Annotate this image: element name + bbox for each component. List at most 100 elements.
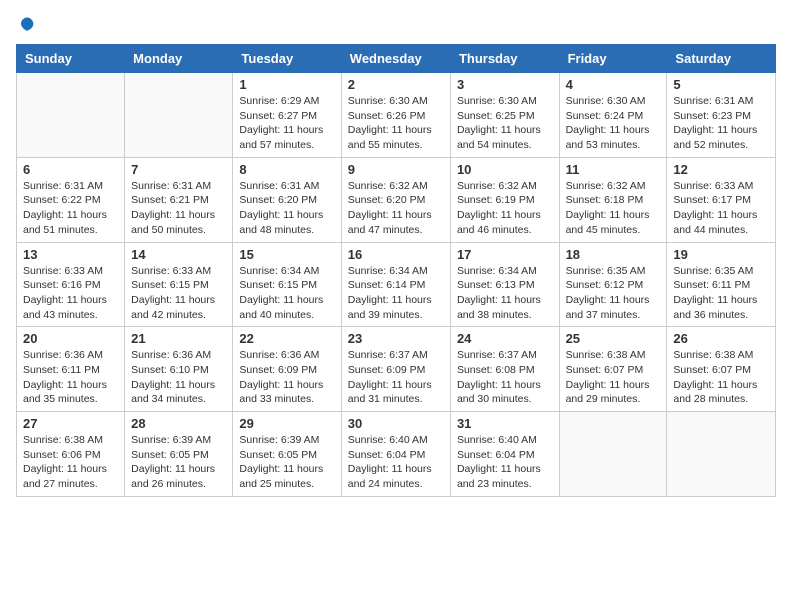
calendar-cell: 11Sunrise: 6:32 AM Sunset: 6:18 PM Dayli… — [559, 157, 667, 242]
day-info: Sunrise: 6:36 AM Sunset: 6:09 PM Dayligh… — [239, 348, 334, 407]
day-info: Sunrise: 6:31 AM Sunset: 6:21 PM Dayligh… — [131, 179, 226, 238]
day-info: Sunrise: 6:34 AM Sunset: 6:14 PM Dayligh… — [348, 264, 444, 323]
day-info: Sunrise: 6:31 AM Sunset: 6:23 PM Dayligh… — [673, 94, 769, 153]
day-number: 14 — [131, 247, 226, 262]
day-info: Sunrise: 6:40 AM Sunset: 6:04 PM Dayligh… — [457, 433, 553, 492]
calendar-cell: 26 Sunrise: 6:38 AM Sunset: 6:07 PM Dayli… — [667, 327, 776, 412]
day-number: 6 — [23, 162, 118, 177]
day-number: 21 — [131, 331, 226, 346]
calendar-cell — [559, 412, 667, 497]
calendar-cell: 6 Sunrise: 6:31 AM Sunset: 6:22 PM Daylig… — [17, 157, 125, 242]
calendar-cell: 30Sunrise: 6:40 AM Sunset: 6:04 PM Dayli… — [341, 412, 450, 497]
calendar-cell: 15 Sunrise: 6:34 AM Sunset: 6:15 PM Dayli… — [233, 242, 341, 327]
calendar-cell — [125, 73, 233, 158]
calendar-cell: 1 Sunrise: 6:29 AM Sunset: 6:27 PM Daylig… — [233, 73, 341, 158]
calendar-cell: 27Sunrise: 6:38 AM Sunset: 6:06 PM Dayli… — [17, 412, 125, 497]
weekday-header-wednesday: Wednesday — [341, 45, 450, 73]
day-info: Sunrise: 6:38 AM Sunset: 6:07 PM Dayligh… — [673, 348, 769, 407]
calendar-week-2: 6 Sunrise: 6:31 AM Sunset: 6:22 PM Daylig… — [17, 157, 776, 242]
day-number: 8 — [239, 162, 334, 177]
day-number: 29 — [239, 416, 334, 431]
day-info: Sunrise: 6:36 AM Sunset: 6:11 PM Dayligh… — [23, 348, 118, 407]
calendar-cell: 16 Sunrise: 6:34 AM Sunset: 6:14 PM Dayli… — [341, 242, 450, 327]
day-number: 4 — [566, 77, 661, 92]
day-number: 26 — [673, 331, 769, 346]
calendar-cell: 7 Sunrise: 6:31 AM Sunset: 6:21 PM Daylig… — [125, 157, 233, 242]
calendar-week-3: 13 Sunrise: 6:33 AM Sunset: 6:16 PM Dayli… — [17, 242, 776, 327]
day-info: Sunrise: 6:30 AM Sunset: 6:25 PM Dayligh… — [457, 94, 553, 153]
day-number: 3 — [457, 77, 553, 92]
day-number: 20 — [23, 331, 118, 346]
day-number: 19 — [673, 247, 769, 262]
calendar-cell: 8 Sunrise: 6:31 AM Sunset: 6:20 PM Daylig… — [233, 157, 341, 242]
calendar-cell: 4 Sunrise: 6:30 AM Sunset: 6:24 PM Daylig… — [559, 73, 667, 158]
calendar-cell: 19Sunrise: 6:35 AM Sunset: 6:11 PM Dayli… — [667, 242, 776, 327]
day-number: 27 — [23, 416, 118, 431]
day-info: Sunrise: 6:29 AM Sunset: 6:27 PM Dayligh… — [239, 94, 334, 153]
day-number: 17 — [457, 247, 553, 262]
calendar-cell: 2 Sunrise: 6:30 AM Sunset: 6:26 PM Daylig… — [341, 73, 450, 158]
day-info: Sunrise: 6:32 AM Sunset: 6:18 PM Dayligh… — [566, 179, 661, 238]
day-info: Sunrise: 6:34 AM Sunset: 6:15 PM Dayligh… — [239, 264, 334, 323]
day-info: Sunrise: 6:35 AM Sunset: 6:12 PM Dayligh… — [566, 264, 661, 323]
calendar-cell: 18 Sunrise: 6:35 AM Sunset: 6:12 PM Dayli… — [559, 242, 667, 327]
day-info: Sunrise: 6:39 AM Sunset: 6:05 PM Dayligh… — [239, 433, 334, 492]
calendar-cell: 17 Sunrise: 6:34 AM Sunset: 6:13 PM Dayli… — [450, 242, 559, 327]
calendar-cell: 25 Sunrise: 6:38 AM Sunset: 6:07 PM Dayli… — [559, 327, 667, 412]
day-number: 28 — [131, 416, 226, 431]
day-number: 1 — [239, 77, 334, 92]
calendar-cell: 22 Sunrise: 6:36 AM Sunset: 6:09 PM Dayli… — [233, 327, 341, 412]
day-number: 16 — [348, 247, 444, 262]
day-info: Sunrise: 6:33 AM Sunset: 6:16 PM Dayligh… — [23, 264, 118, 323]
calendar-cell: 31 Sunrise: 6:40 AM Sunset: 6:04 PM Dayli… — [450, 412, 559, 497]
day-info: Sunrise: 6:30 AM Sunset: 6:26 PM Dayligh… — [348, 94, 444, 153]
calendar-cell — [17, 73, 125, 158]
calendar-cell: 24Sunrise: 6:37 AM Sunset: 6:08 PM Dayli… — [450, 327, 559, 412]
day-number: 18 — [566, 247, 661, 262]
weekday-header-monday: Monday — [125, 45, 233, 73]
day-number: 15 — [239, 247, 334, 262]
calendar-cell: 28Sunrise: 6:39 AM Sunset: 6:05 PM Dayli… — [125, 412, 233, 497]
day-info: Sunrise: 6:38 AM Sunset: 6:07 PM Dayligh… — [566, 348, 661, 407]
day-info: Sunrise: 6:40 AM Sunset: 6:04 PM Dayligh… — [348, 433, 444, 492]
day-number: 10 — [457, 162, 553, 177]
day-number: 24 — [457, 331, 553, 346]
day-info: Sunrise: 6:34 AM Sunset: 6:13 PM Dayligh… — [457, 264, 553, 323]
calendar-cell: 21 Sunrise: 6:36 AM Sunset: 6:10 PM Dayli… — [125, 327, 233, 412]
calendar-week-4: 20 Sunrise: 6:36 AM Sunset: 6:11 PM Dayli… — [17, 327, 776, 412]
calendar-cell: 3 Sunrise: 6:30 AM Sunset: 6:25 PM Daylig… — [450, 73, 559, 158]
calendar-cell — [667, 412, 776, 497]
weekday-header-tuesday: Tuesday — [233, 45, 341, 73]
logo-icon — [18, 16, 36, 34]
day-info: Sunrise: 6:36 AM Sunset: 6:10 PM Dayligh… — [131, 348, 226, 407]
day-number: 22 — [239, 331, 334, 346]
day-number: 7 — [131, 162, 226, 177]
weekday-header-thursday: Thursday — [450, 45, 559, 73]
calendar-cell: 10 Sunrise: 6:32 AM Sunset: 6:19 PM Dayli… — [450, 157, 559, 242]
calendar-week-5: 27Sunrise: 6:38 AM Sunset: 6:06 PM Dayli… — [17, 412, 776, 497]
day-info: Sunrise: 6:31 AM Sunset: 6:22 PM Dayligh… — [23, 179, 118, 238]
day-number: 9 — [348, 162, 444, 177]
day-number: 13 — [23, 247, 118, 262]
calendar-cell: 29 Sunrise: 6:39 AM Sunset: 6:05 PM Dayli… — [233, 412, 341, 497]
day-number: 5 — [673, 77, 769, 92]
day-info: Sunrise: 6:30 AM Sunset: 6:24 PM Dayligh… — [566, 94, 661, 153]
calendar-cell: 13 Sunrise: 6:33 AM Sunset: 6:16 PM Dayli… — [17, 242, 125, 327]
day-info: Sunrise: 6:32 AM Sunset: 6:19 PM Dayligh… — [457, 179, 553, 238]
day-number: 23 — [348, 331, 444, 346]
day-info: Sunrise: 6:33 AM Sunset: 6:17 PM Dayligh… — [673, 179, 769, 238]
day-number: 25 — [566, 331, 661, 346]
calendar-cell: 12Sunrise: 6:33 AM Sunset: 6:17 PM Dayli… — [667, 157, 776, 242]
page-header — [16, 16, 776, 34]
day-info: Sunrise: 6:33 AM Sunset: 6:15 PM Dayligh… — [131, 264, 226, 323]
weekday-header-friday: Friday — [559, 45, 667, 73]
day-number: 31 — [457, 416, 553, 431]
day-info: Sunrise: 6:32 AM Sunset: 6:20 PM Dayligh… — [348, 179, 444, 238]
day-info: Sunrise: 6:31 AM Sunset: 6:20 PM Dayligh… — [239, 179, 334, 238]
weekday-header-saturday: Saturday — [667, 45, 776, 73]
calendar-table: SundayMondayTuesdayWednesdayThursdayFrid… — [16, 44, 776, 497]
day-info: Sunrise: 6:37 AM Sunset: 6:09 PM Dayligh… — [348, 348, 444, 407]
day-number: 2 — [348, 77, 444, 92]
calendar-cell: 20 Sunrise: 6:36 AM Sunset: 6:11 PM Dayli… — [17, 327, 125, 412]
logo — [16, 16, 36, 34]
